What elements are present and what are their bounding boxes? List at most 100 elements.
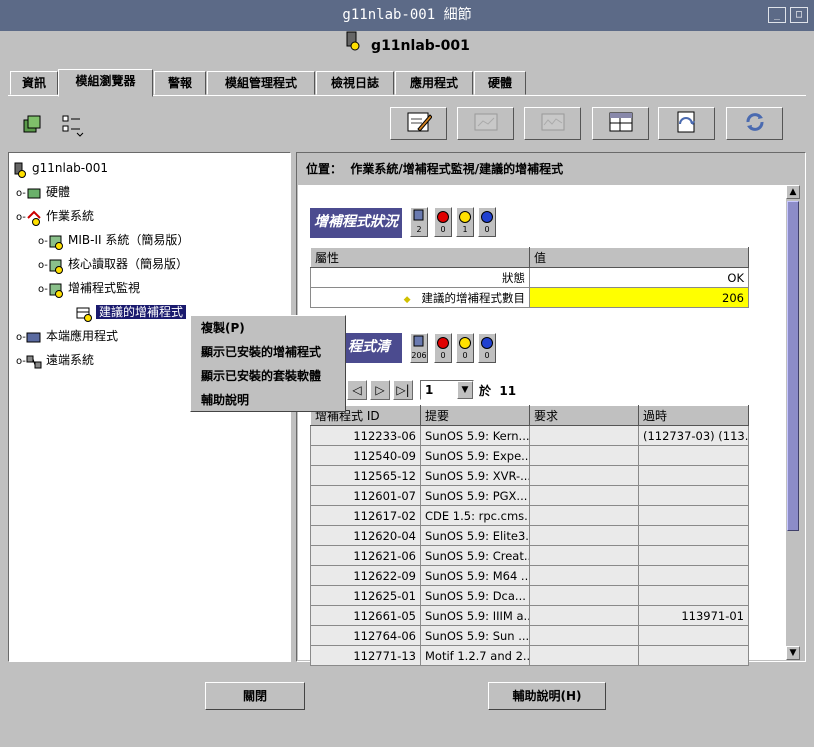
col-value[interactable]: 值 (529, 247, 749, 268)
table-row[interactable]: 112565-12 SunOS 5.9: XVR-... (310, 465, 749, 486)
tree-item-mib[interactable]: o- MIB-II 系統（簡易版） (38, 230, 189, 250)
maximize-button[interactable]: □ (790, 7, 808, 23)
tree-item-remote[interactable]: o- 遠端系統 (16, 350, 94, 370)
prev-icon: ◁ (352, 383, 362, 397)
last-page-button[interactable]: ▷| (393, 380, 413, 400)
menu-item-show-patches[interactable]: 顯示已安裝的增補程式 (191, 340, 345, 364)
close-button[interactable]: 關閉 (205, 682, 305, 710)
expand-icon[interactable]: o- (38, 256, 48, 276)
expand-icon[interactable]: o- (16, 352, 26, 372)
tree-item-patch-monitor[interactable]: o- 增補程式監視 (38, 278, 140, 298)
host-name: g11nlab-001 (371, 38, 470, 54)
table-row[interactable]: 112622-09 SunOS 5.9: M64 ... (310, 565, 749, 586)
table-row[interactable]: 112617-02 CDE 1.5: rpc.cms... (310, 505, 749, 526)
synopsis-cell: SunOS 5.9: IIIM a... (420, 605, 530, 626)
table-row[interactable]: 112625-01 SunOS 5.9: Dca... (310, 585, 749, 606)
down-icon (481, 337, 493, 349)
table-button[interactable] (592, 107, 649, 140)
tab-applications[interactable]: 應用程式 (395, 71, 473, 95)
expand-icon[interactable]: o- (16, 184, 26, 204)
tree-view-icon[interactable] (60, 113, 86, 140)
down-icon (481, 211, 493, 223)
table-row[interactable]: 112540-09 SunOS 5.9: Expe... (310, 445, 749, 466)
value-status: OK (529, 267, 749, 288)
list-total: 206 (410, 333, 428, 363)
refresh-icon (742, 110, 768, 137)
scroll-thumb[interactable] (787, 201, 799, 531)
window-title: g11nlab-001 細節 (342, 7, 472, 23)
patch-id-cell: 112661-05 (310, 605, 421, 626)
patch-table: 增補程式 ID 提要 要求 過時 112233-06 SunOS 5.9: Ker… (310, 405, 749, 666)
tab-info[interactable]: 資訊 (10, 71, 58, 95)
col-synopsis[interactable]: 提要 (420, 405, 530, 426)
synopsis-cell: SunOS 5.9: Expe... (420, 445, 530, 466)
chevron-down-icon[interactable]: ▼ (457, 381, 473, 399)
cube-view-icon[interactable] (20, 114, 46, 139)
tree-item-kernel[interactable]: o- 核心讀取器（簡易版） (38, 254, 188, 274)
menu-item-copy[interactable]: 複製(P) (191, 316, 345, 340)
graph-icon (473, 111, 499, 136)
table-row[interactable]: 112764-06 SunOS 5.9: Sun ... (310, 625, 749, 646)
page-total: 11 (499, 384, 517, 398)
status-total: 2 (410, 207, 428, 237)
obsoletes-cell (638, 565, 749, 586)
warning-icon (459, 337, 471, 349)
menu-item-help[interactable]: 輔助說明 (191, 388, 345, 412)
table-row[interactable]: 112621-06 SunOS 5.9: Creat... (310, 545, 749, 566)
edit-button[interactable] (390, 107, 447, 140)
expand-icon[interactable]: o- (38, 232, 48, 252)
menu-item-show-packages[interactable]: 顯示已安裝的套裝軟體 (191, 364, 345, 388)
tab-module-browser[interactable]: 模組瀏覽器 (58, 69, 153, 97)
tab-view-log[interactable]: 檢視日誌 (316, 71, 394, 95)
col-attribute[interactable]: 屬性 (310, 247, 530, 268)
refresh-doc-icon (674, 110, 700, 137)
collapse-icon[interactable]: o- (38, 280, 48, 300)
warning-icon (459, 211, 471, 223)
graph-button[interactable] (457, 107, 514, 140)
host-icon (12, 162, 28, 178)
patch-id-cell: 112233-06 (310, 425, 421, 446)
tree-item-recommended[interactable]: 建議的增補程式 (76, 302, 187, 322)
status-down: 0 (478, 207, 496, 237)
synopsis-cell: CDE 1.5: rpc.cms... (420, 505, 530, 526)
status-critical: 0 (434, 207, 452, 237)
patch-list-heading: 程式清單 (344, 333, 402, 383)
tab-module-manager[interactable]: 模組管理程式 (207, 71, 315, 95)
tree-item-hardware[interactable]: o- 硬體 (16, 182, 70, 202)
patch-id-cell: 112625-01 (310, 585, 421, 606)
trend-icon (540, 111, 566, 136)
table-row[interactable]: 112661-05 SunOS 5.9: IIIM a... 113971-01 (310, 605, 749, 626)
tab-alarms[interactable]: 警報 (154, 71, 206, 95)
table-row[interactable]: 112233-06 SunOS 5.9: Kern... (112737-03) (… (310, 425, 749, 446)
patch-status-heading: 增補程式狀況 (310, 208, 402, 238)
tree-item-host[interactable]: g11nlab-001 (12, 158, 108, 178)
page-of-label: 於 (479, 384, 492, 398)
refresh-detail-button[interactable] (658, 107, 715, 140)
obsoletes-cell (638, 625, 749, 646)
help-button[interactable]: 輔助說明(H) (488, 682, 606, 710)
col-obsoletes[interactable]: 過時 (638, 405, 749, 426)
refresh-button[interactable] (726, 107, 783, 140)
tab-hardware[interactable]: 硬體 (474, 71, 526, 95)
tree-item-local-apps[interactable]: o- 本端應用程式 (16, 326, 118, 346)
prev-page-button[interactable]: ◁ (347, 380, 367, 400)
minimize-button[interactable]: _ (768, 7, 786, 23)
synopsis-cell: SunOS 5.9: Creat... (420, 545, 530, 566)
page-select[interactable]: 1 ▼ (420, 380, 474, 400)
trend-button[interactable] (524, 107, 581, 140)
tree-item-os[interactable]: o- 作業系統 (16, 206, 94, 226)
patch-id-cell: 112540-09 (310, 445, 421, 466)
table-row[interactable]: 112771-13 Motif 1.2.7 and 2.... (310, 645, 749, 666)
scroll-up-icon[interactable]: ▲ (786, 185, 800, 199)
table-row[interactable]: 112601-07 SunOS 5.9: PGX... (310, 485, 749, 506)
vertical-scrollbar[interactable]: ▲ ▼ (786, 185, 800, 660)
collapse-icon[interactable]: o- (16, 208, 26, 228)
col-requires[interactable]: 要求 (529, 405, 639, 426)
apps-icon (26, 330, 42, 344)
patch-icon (413, 335, 424, 347)
table-row[interactable]: 112620-04 SunOS 5.9: Elite3... (310, 525, 749, 546)
table-icon (608, 111, 634, 136)
next-page-button[interactable]: ▷ (370, 380, 390, 400)
expand-icon[interactable]: o- (16, 328, 26, 348)
scroll-down-icon[interactable]: ▼ (786, 646, 800, 660)
